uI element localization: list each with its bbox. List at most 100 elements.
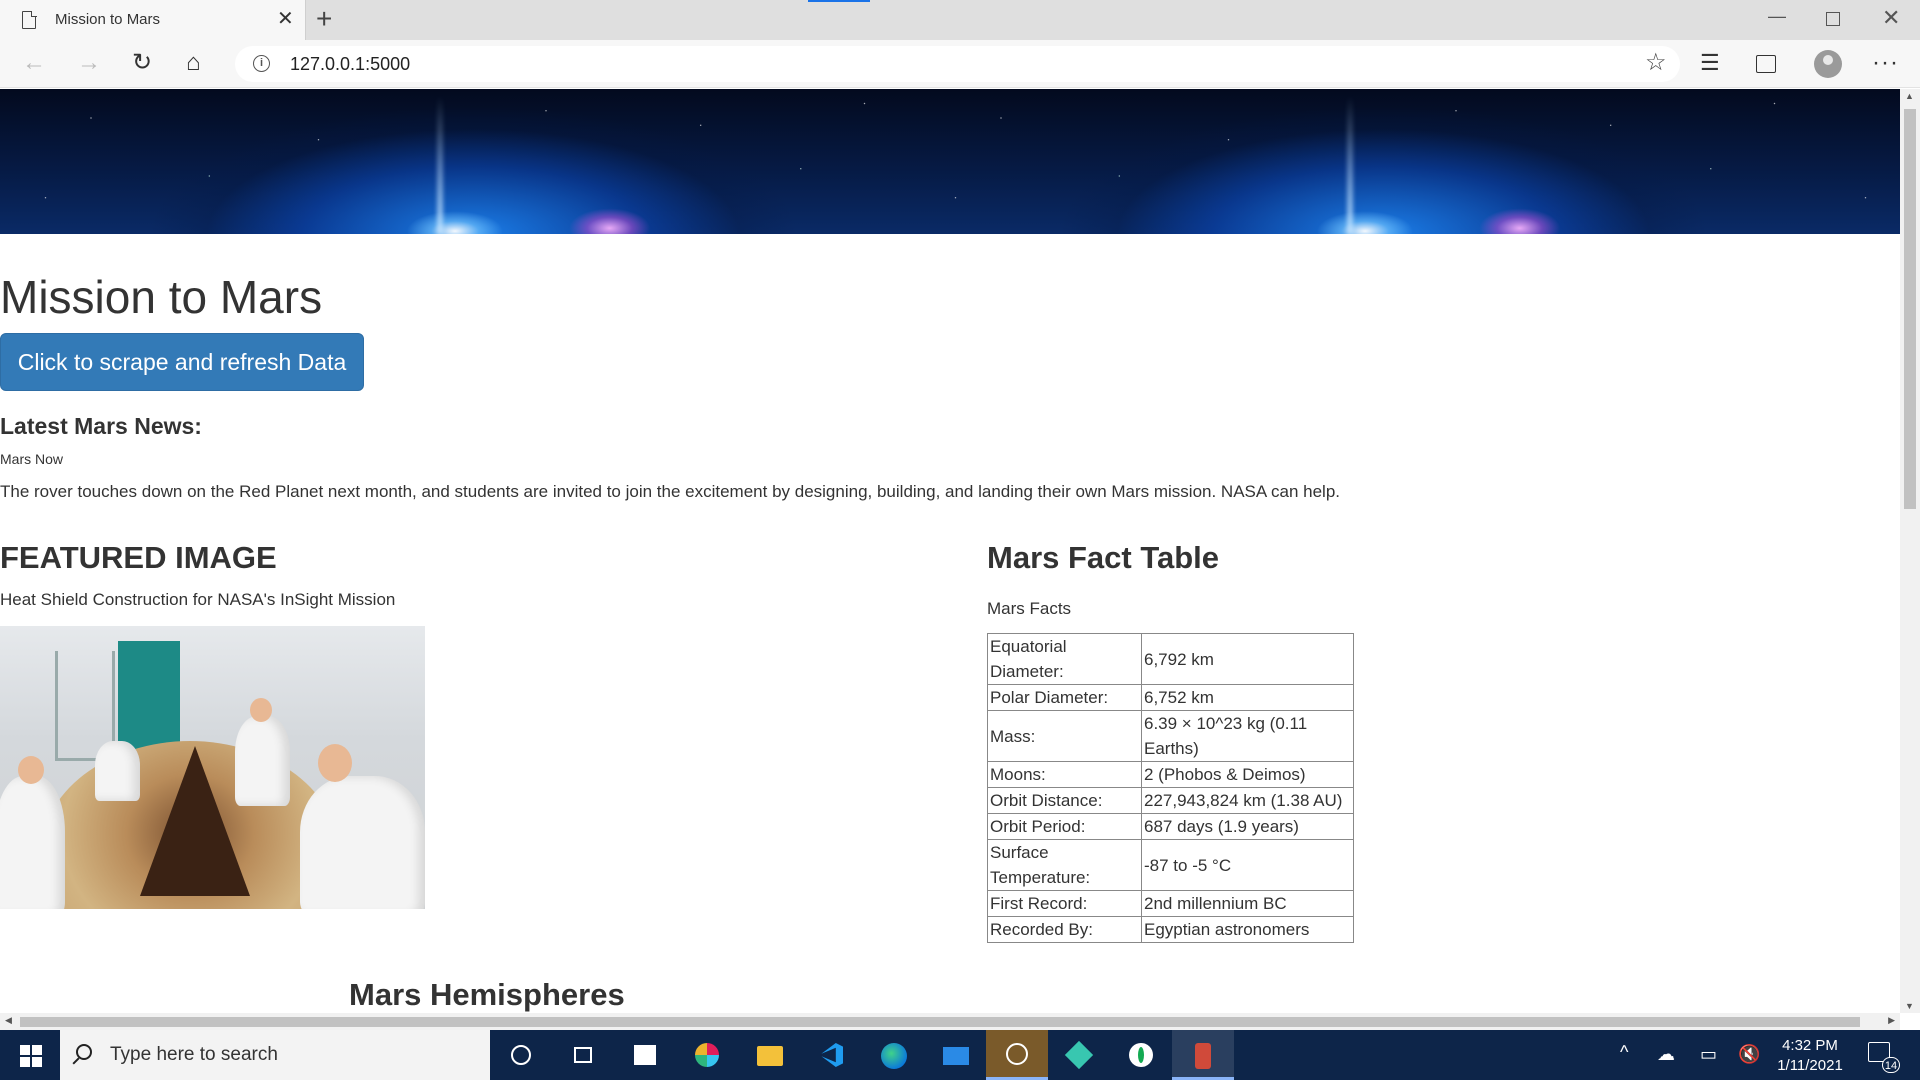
hero-tile <box>910 89 1820 234</box>
fact-value: 6,752 km <box>1141 684 1354 711</box>
app-icon[interactable] <box>1172 1030 1234 1080</box>
taskbar: Type here to search ^ ☁ ▭ 🔇 4:32 PM 1/11… <box>0 1030 1920 1080</box>
tab-close-icon[interactable]: ✕ <box>277 8 294 30</box>
table-row: Recorded By: Egyptian astronomers <box>987 916 1354 943</box>
minimize-button[interactable]: — <box>1768 6 1786 27</box>
new-tab-button[interactable]: + <box>316 4 332 34</box>
clock-time: 4:32 PM <box>1782 1037 1838 1054</box>
technician-head <box>250 698 272 722</box>
fact-value: 6,792 km <box>1141 633 1354 685</box>
news-paragraph: The rover touches down on the Red Planet… <box>0 482 1341 501</box>
taskbar-search[interactable]: Type here to search <box>60 1030 490 1080</box>
profile-avatar[interactable] <box>1814 50 1842 78</box>
edge-icon[interactable] <box>862 1030 924 1080</box>
fact-label: Polar Diameter: <box>987 684 1142 711</box>
scroll-right-icon[interactable]: ▶ <box>1888 1015 1895 1026</box>
file-explorer-icon[interactable] <box>738 1030 800 1080</box>
task-view-icon[interactable] <box>552 1030 614 1080</box>
browser-toolbar: ← → ↻ ⌂ i 127.0.0.1:5000 ☆ ☰ ··· <box>0 40 1920 88</box>
hero-banner <box>0 89 1900 234</box>
horizontal-scroll-thumb[interactable] <box>20 1017 1860 1027</box>
forward-icon[interactable]: → <box>77 48 101 78</box>
mongodb-icon[interactable] <box>1110 1030 1172 1080</box>
table-row: Surface Temperature: -87 to -5 °C <box>987 839 1354 891</box>
table-row: Moons: 2 (Phobos & Deimos) <box>987 761 1354 788</box>
door-shape <box>118 641 180 751</box>
hero-tile <box>0 89 910 234</box>
todo-icon[interactable] <box>986 1030 1048 1080</box>
volume-muted-icon[interactable]: 🔇 <box>1738 1044 1760 1065</box>
table-row: First Record: 2nd millennium BC <box>987 890 1354 917</box>
technician-figure <box>0 776 65 909</box>
page-viewport: Mission to Mars Click to scrape and refr… <box>0 89 1900 1013</box>
fact-label: Recorded By: <box>987 916 1142 943</box>
fact-value: 6.39 × 10^23 kg (0.11 Earths) <box>1141 710 1354 762</box>
store-icon[interactable] <box>614 1030 676 1080</box>
facts-heading: Mars Fact Table <box>987 540 1220 575</box>
news-title: Mars Now <box>0 451 64 467</box>
fact-value: Egyptian astronomers <box>1141 916 1354 943</box>
restore-button[interactable] <box>1826 12 1840 26</box>
featured-heading: FEATURED IMAGE <box>0 540 277 575</box>
vertical-scrollbar[interactable]: ▲ ▼ <box>1900 89 1920 1013</box>
technician-figure <box>235 716 290 806</box>
fact-label: Mass: <box>987 710 1142 762</box>
windows-start-icon[interactable] <box>20 1045 42 1067</box>
vertical-scroll-thumb[interactable] <box>1904 109 1916 509</box>
fact-value: 687 days (1.9 years) <box>1141 813 1354 840</box>
technician-head <box>18 756 44 784</box>
onedrive-icon[interactable]: ☁ <box>1657 1044 1675 1065</box>
search-placeholder[interactable]: Type here to search <box>110 1044 278 1066</box>
address-bar[interactable]: i 127.0.0.1:5000 ☆ <box>235 46 1680 82</box>
fact-label: Surface Temperature: <box>987 839 1142 891</box>
home-icon[interactable]: ⌂ <box>186 48 201 78</box>
table-row: Polar Diameter: 6,752 km <box>987 684 1354 711</box>
clock-date: 1/11/2021 <box>1777 1057 1843 1074</box>
battery-icon[interactable]: ▭ <box>1700 1044 1717 1065</box>
shield-panel-shape <box>140 746 250 896</box>
back-icon[interactable]: ← <box>22 48 46 78</box>
technician-head <box>318 744 352 782</box>
system-clock[interactable]: 4:32 PM 1/11/2021 <box>1770 1036 1850 1076</box>
slack-icon[interactable] <box>676 1030 738 1080</box>
fact-label: Equatorial Diameter: <box>987 633 1142 685</box>
scroll-down-icon[interactable]: ▼ <box>1905 1001 1914 1011</box>
chevron-up-icon[interactable]: ^ <box>1620 1042 1628 1063</box>
gitkraken-icon[interactable] <box>1048 1030 1110 1080</box>
featured-image[interactable] <box>0 626 425 909</box>
fact-label: Orbit Distance: <box>987 787 1142 814</box>
mail-icon[interactable] <box>924 1030 986 1080</box>
reload-icon[interactable]: ↻ <box>132 48 152 78</box>
close-window-button[interactable]: ✕ <box>1882 5 1900 31</box>
favorite-star-icon[interactable]: ☆ <box>1645 48 1667 77</box>
scroll-up-icon[interactable]: ▲ <box>1905 91 1914 101</box>
featured-caption: Heat Shield Construction for NASA's InSi… <box>0 590 396 609</box>
fact-value: 2 (Phobos & Deimos) <box>1141 761 1354 788</box>
technician-figure <box>300 776 425 909</box>
more-menu-icon[interactable]: ··· <box>1872 48 1899 78</box>
url-text[interactable]: 127.0.0.1:5000 <box>290 54 410 75</box>
collections-icon[interactable] <box>1756 55 1776 73</box>
table-row: Equatorial Diameter: 6,792 km <box>987 633 1354 685</box>
mars-facts-table: Equatorial Diameter: 6,792 km Polar Diamet… <box>987 633 1354 943</box>
tab-accent <box>808 0 870 2</box>
table-row: Orbit Period: 687 days (1.9 years) <box>987 813 1354 840</box>
fact-label: Moons: <box>987 761 1142 788</box>
cortana-icon[interactable] <box>490 1030 552 1080</box>
vscode-icon[interactable] <box>800 1030 862 1080</box>
favorites-icon[interactable]: ☰ <box>1700 48 1720 78</box>
horizontal-scrollbar[interactable]: ◀ ▶ <box>0 1013 1900 1030</box>
scroll-left-icon[interactable]: ◀ <box>5 1015 12 1026</box>
browser-tab-strip: Mission to Mars ✕ + — ✕ <box>0 0 1920 40</box>
page-icon <box>22 10 37 29</box>
browser-tab[interactable]: Mission to Mars ✕ <box>0 0 306 40</box>
hero-tile <box>1820 89 1900 234</box>
fact-label: Orbit Period: <box>987 813 1142 840</box>
table-row: Orbit Distance: 227,943,824 km (1.38 AU) <box>987 787 1354 814</box>
scrape-button[interactable]: Click to scrape and refresh Data <box>0 333 364 391</box>
search-icon <box>76 1044 92 1060</box>
site-info-icon[interactable]: i <box>253 55 270 72</box>
fact-label: First Record: <box>987 890 1142 917</box>
technician-figure <box>95 741 140 801</box>
fact-value: 227,943,824 km (1.38 AU) <box>1141 787 1354 814</box>
